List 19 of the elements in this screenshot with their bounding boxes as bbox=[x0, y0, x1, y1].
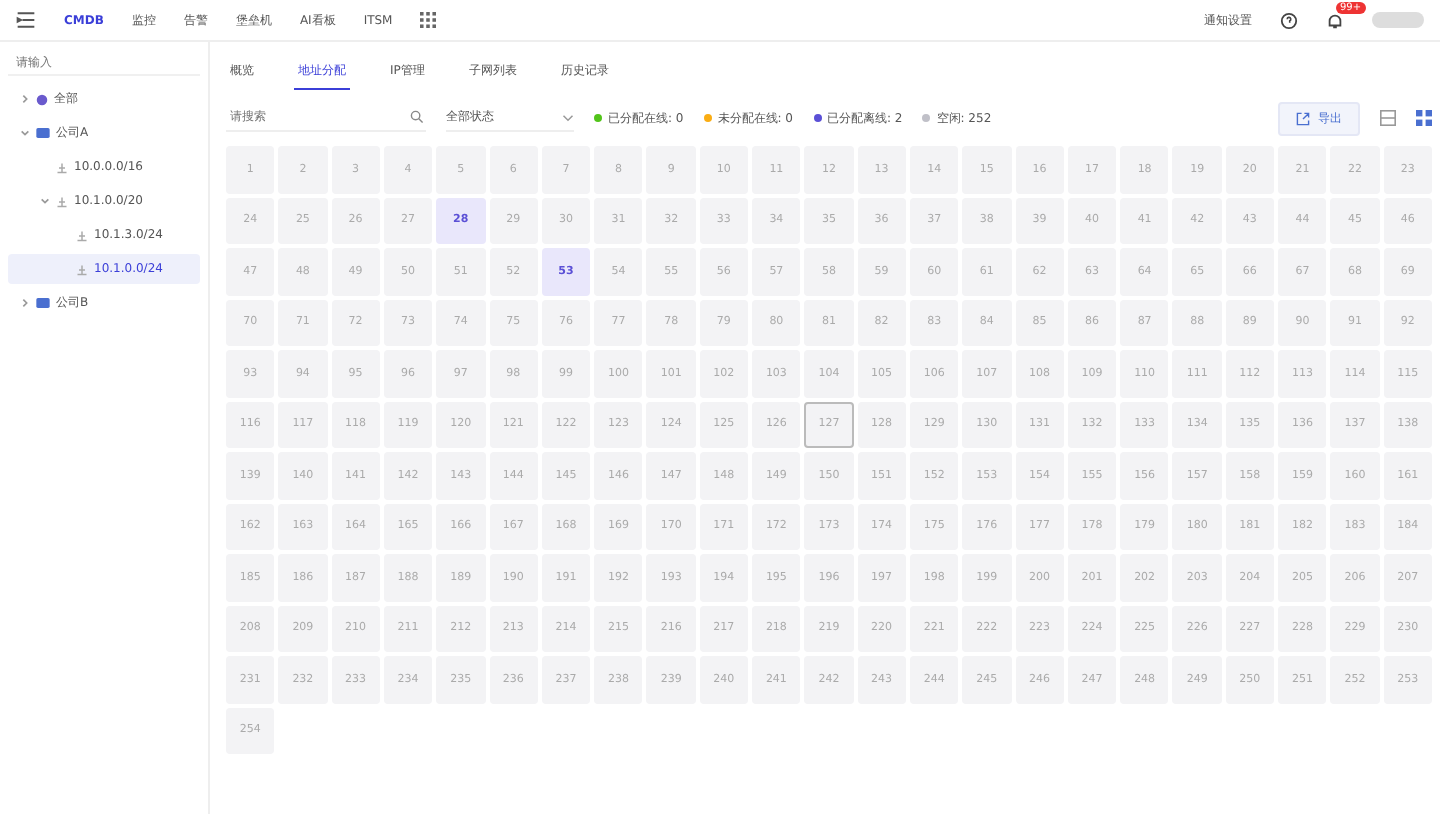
caret-icon bbox=[20, 298, 30, 308]
folder-icon bbox=[36, 298, 50, 308]
folder-icon bbox=[36, 128, 50, 138]
network-icon bbox=[76, 229, 88, 241]
network-icon bbox=[56, 161, 68, 173]
network-icon bbox=[56, 195, 68, 207]
caret-icon bbox=[20, 128, 30, 138]
menu-icon[interactable] bbox=[16, 10, 36, 30]
chevron-down-icon bbox=[562, 113, 574, 121]
grid-view-icon[interactable] bbox=[1416, 110, 1432, 126]
search-icon bbox=[410, 110, 424, 124]
help-icon[interactable] bbox=[1280, 11, 1298, 29]
network-icon bbox=[76, 263, 88, 275]
apps-grid-icon[interactable] bbox=[420, 12, 437, 28]
list-view-icon[interactable] bbox=[1380, 110, 1396, 126]
export-icon bbox=[1296, 111, 1310, 125]
bell-icon[interactable] bbox=[1326, 11, 1344, 29]
caret-icon bbox=[20, 94, 30, 104]
caret-icon bbox=[40, 196, 50, 206]
